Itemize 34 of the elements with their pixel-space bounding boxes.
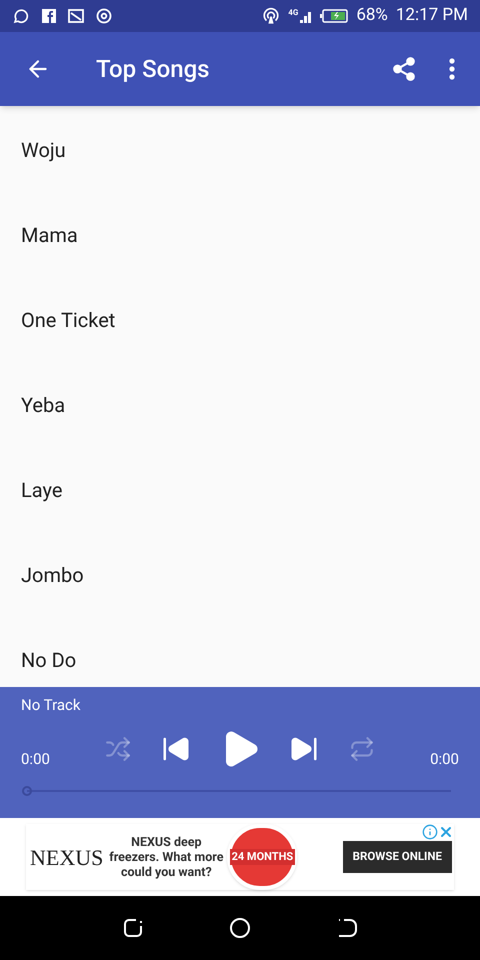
battery-icon <box>320 9 348 23</box>
song-item[interactable]: One Ticket <box>0 277 480 362</box>
more-vertical-icon <box>449 58 455 80</box>
duration-time: 0:00 <box>429 749 459 770</box>
signal-icon <box>300 9 312 23</box>
clock-time: 12:17 PM <box>396 4 468 28</box>
song-item[interactable]: No Do <box>0 617 480 687</box>
song-item[interactable]: Jombo <box>0 532 480 617</box>
image-icon <box>68 9 84 23</box>
seal-text: 24 MONTHS <box>230 848 296 866</box>
shuffle-icon <box>105 736 131 762</box>
share-icon <box>391 56 417 82</box>
network-type-label: 4G <box>288 9 298 17</box>
song-item[interactable]: Laye <box>0 447 480 532</box>
info-icon[interactable] <box>422 824 438 840</box>
letter-f-square-icon <box>42 9 56 23</box>
screen-title: Top Songs <box>96 54 210 85</box>
battery-percent: 68% <box>356 4 388 28</box>
song-item[interactable]: Mama <box>0 192 480 277</box>
close-icon[interactable] <box>438 824 454 840</box>
repeat-icon <box>349 736 375 762</box>
browse-online-button[interactable]: BROWSE ONLINE <box>342 841 452 873</box>
song-item[interactable]: Woju <box>0 107 480 192</box>
ad-headline: NEXUS deep freezers. What more could you want? <box>108 834 224 880</box>
chat-bubble-icon <box>12 7 30 25</box>
hotspot-icon <box>262 7 280 25</box>
slider-thumb[interactable] <box>22 786 32 796</box>
elapsed-time: 0:00 <box>21 749 51 770</box>
home-icon[interactable] <box>228 917 251 939</box>
track-name: No Track <box>21 695 82 716</box>
target-icon <box>96 8 112 24</box>
song-item[interactable]: Yeba <box>0 362 480 447</box>
recent-apps-icon[interactable] <box>122 917 144 939</box>
brand-logo: NEXUS <box>30 844 104 872</box>
